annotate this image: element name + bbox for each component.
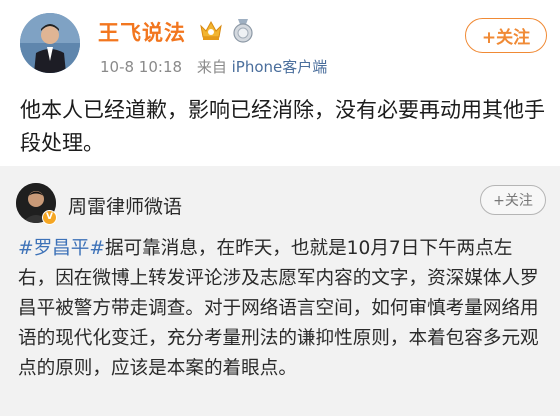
author-avatar[interactable] bbox=[20, 13, 80, 73]
post-header: 王飞说法 10-8 10:18 来自 iPhone客户端 +关注 bbox=[0, 0, 560, 86]
author-name[interactable]: 王飞说法 bbox=[98, 17, 186, 47]
post-meta: 10-8 10:18 来自 iPhone客户端 bbox=[100, 56, 327, 77]
follow-button[interactable]: +关注 bbox=[465, 18, 547, 53]
crown-badge-icon bbox=[198, 18, 224, 46]
verified-v-icon: V bbox=[42, 210, 57, 225]
topic-link[interactable]: #罗昌平# bbox=[18, 238, 105, 259]
medal-badge-icon bbox=[232, 19, 254, 47]
repost-body: 据可靠消息，在昨天，也就是10月7日下午两点左右，因在微博上转发评论涉及志愿军内… bbox=[18, 238, 539, 379]
repost-author-name[interactable]: 周雷律师微语 bbox=[68, 192, 182, 219]
repost-card[interactable]: V 周雷律师微语 +关注 #罗昌平#据可靠消息，在昨天，也就是10月7日下午两点… bbox=[0, 166, 560, 416]
post-date: 10-8 10:18 bbox=[100, 58, 183, 76]
source-prefix: 来自 bbox=[196, 58, 227, 76]
post-source[interactable]: iPhone客户端 bbox=[232, 58, 328, 76]
post-text: 他本人已经道歉，影响已经消除，没有必要再动用其他手段处理。 bbox=[20, 98, 545, 155]
repost-follow-button[interactable]: +关注 bbox=[480, 185, 546, 215]
repost-text: #罗昌平#据可靠消息，在昨天，也就是10月7日下午两点左右，因在微博上转发评论涉… bbox=[18, 234, 548, 384]
